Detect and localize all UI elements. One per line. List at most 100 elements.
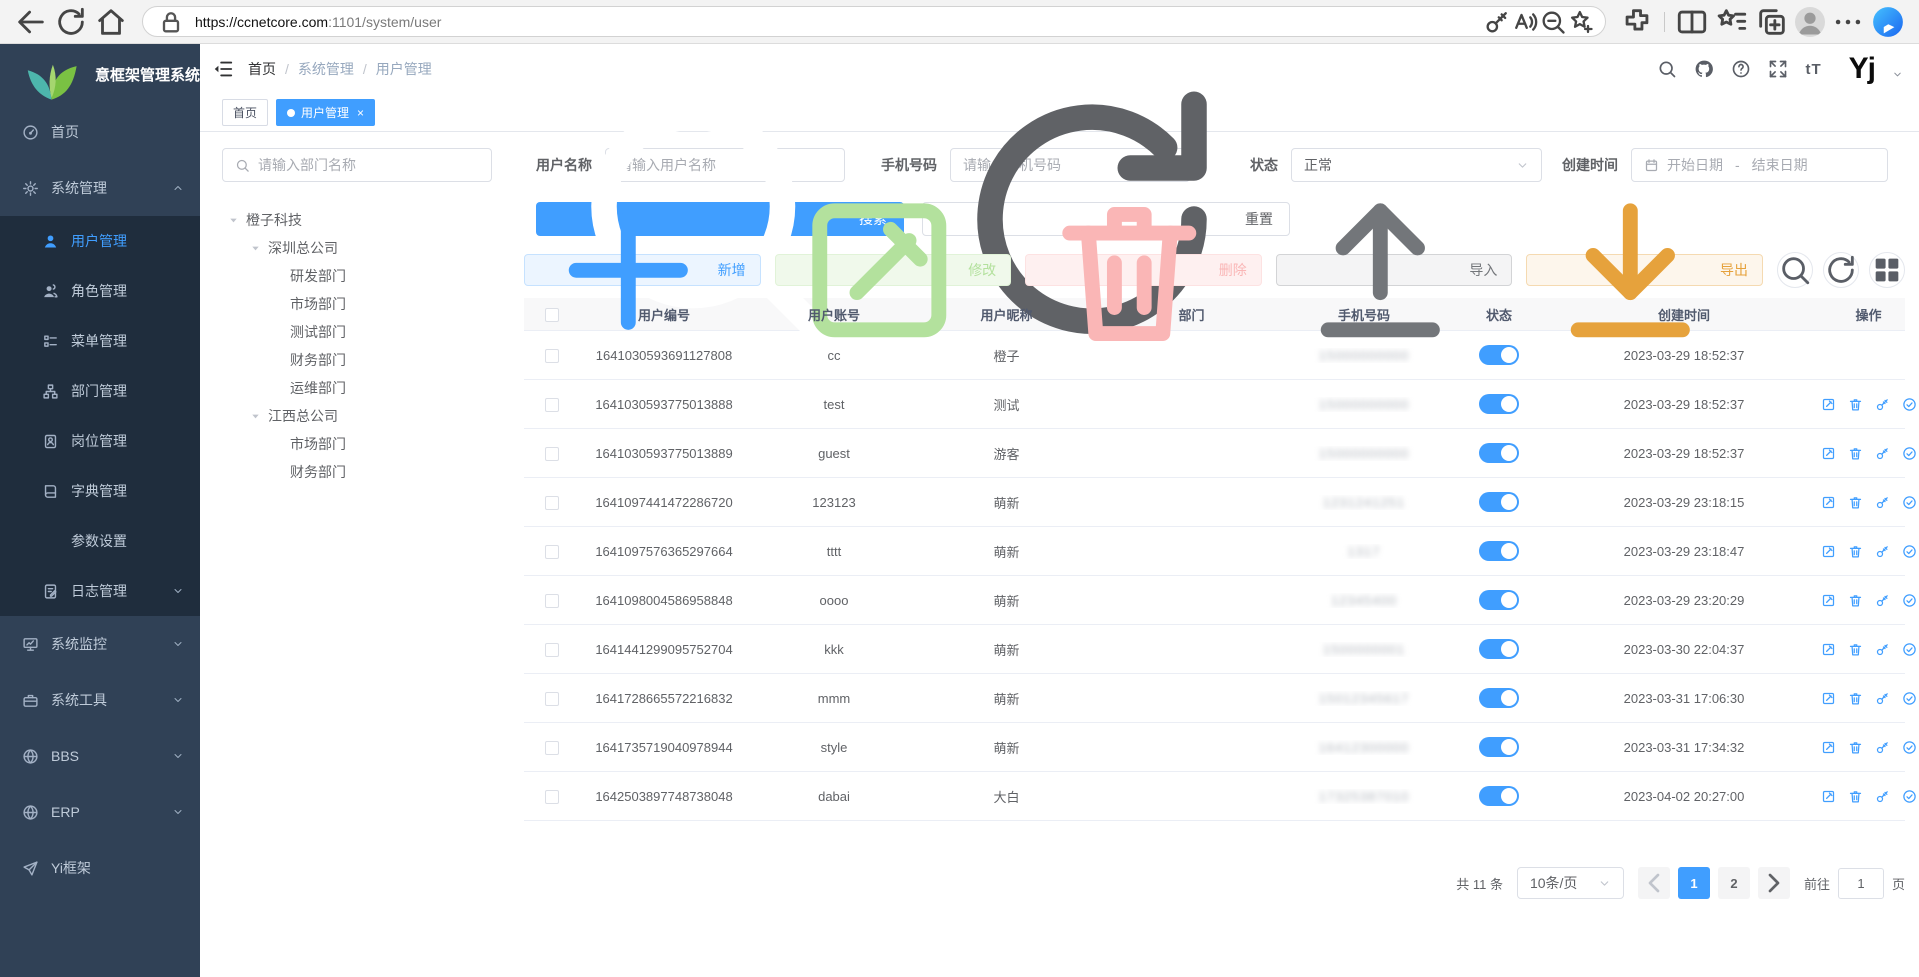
page-button-2[interactable]: 2 xyxy=(1718,867,1750,899)
tab-home[interactable]: 首页 xyxy=(222,99,268,126)
row-assign-role-icon[interactable] xyxy=(1902,789,1917,804)
tab-user-management[interactable]: 用户管理 × xyxy=(276,99,375,126)
collapse-sidebar-button[interactable] xyxy=(212,58,234,80)
row-delete-icon[interactable] xyxy=(1848,642,1863,657)
tree-node[interactable]: 深圳总公司 xyxy=(222,234,492,262)
status-toggle[interactable] xyxy=(1479,492,1519,512)
row-checkbox[interactable] xyxy=(545,741,559,755)
row-delete-icon[interactable] xyxy=(1848,544,1863,559)
status-toggle[interactable] xyxy=(1479,590,1519,610)
avatar-dropdown-button[interactable] xyxy=(1892,69,1903,80)
sidebar-subitem-2[interactable]: 菜单管理 xyxy=(0,316,200,366)
select-all-checkbox[interactable] xyxy=(545,308,559,322)
close-tab-icon[interactable]: × xyxy=(357,106,364,120)
sidebar-subitem-5[interactable]: 字典管理 xyxy=(0,466,200,516)
github-button[interactable] xyxy=(1694,59,1714,79)
row-reset-password-icon[interactable] xyxy=(1875,740,1890,755)
row-edit-icon[interactable] xyxy=(1821,691,1836,706)
column-settings-button[interactable] xyxy=(1869,252,1905,288)
sidebar-subitem-3[interactable]: 部门管理 xyxy=(0,366,200,416)
row-reset-password-icon[interactable] xyxy=(1875,446,1890,461)
status-toggle[interactable] xyxy=(1479,737,1519,757)
row-assign-role-icon[interactable] xyxy=(1902,740,1917,755)
row-assign-role-icon[interactable] xyxy=(1902,397,1917,412)
row-edit-icon[interactable] xyxy=(1821,544,1836,559)
row-reset-password-icon[interactable] xyxy=(1875,495,1890,510)
tree-node[interactable]: 江西总公司 xyxy=(222,402,492,430)
sidebar-item-3[interactable]: 系统工具 xyxy=(0,672,200,728)
row-reset-password-icon[interactable] xyxy=(1875,544,1890,559)
collections-button[interactable] xyxy=(1755,5,1789,39)
user-avatar[interactable]: Yj xyxy=(1849,54,1875,84)
row-delete-icon[interactable] xyxy=(1848,397,1863,412)
sidebar-subitem-1[interactable]: 角色管理 xyxy=(0,266,200,316)
add-button[interactable]: 新增 xyxy=(524,254,761,286)
row-assign-role-icon[interactable] xyxy=(1902,593,1917,608)
refresh-table-button[interactable] xyxy=(1823,252,1859,288)
row-checkbox[interactable] xyxy=(545,349,559,363)
browser-profile-button[interactable] xyxy=(1795,7,1825,37)
status-toggle[interactable] xyxy=(1479,345,1519,365)
favorites-button[interactable] xyxy=(1715,5,1749,39)
sidebar-item-6[interactable]: Yi框架 xyxy=(0,840,200,896)
address-bar[interactable]: https://ccnetcore.com:1101/system/user xyxy=(142,6,1606,37)
sidebar-subitem-6[interactable]: 参数设置 xyxy=(0,516,200,566)
row-edit-icon[interactable] xyxy=(1821,446,1836,461)
help-button[interactable] xyxy=(1731,59,1751,79)
status-toggle[interactable] xyxy=(1479,688,1519,708)
sidebar-item-4[interactable]: BBS xyxy=(0,728,200,784)
font-size-button[interactable]: tT xyxy=(1805,61,1821,78)
row-checkbox[interactable] xyxy=(545,496,559,510)
delete-button[interactable]: 删除 xyxy=(1025,254,1262,286)
tree-node[interactable]: 测试部门 xyxy=(222,318,492,346)
show-search-toggle-button[interactable] xyxy=(1777,252,1813,288)
read-aloud-button[interactable] xyxy=(1511,8,1539,36)
fullscreen-button[interactable] xyxy=(1768,59,1788,79)
edit-button[interactable]: 修改 xyxy=(775,254,1012,286)
tree-node[interactable]: 财务部门 xyxy=(222,346,492,374)
tree-node[interactable]: 市场部门 xyxy=(222,290,492,318)
row-delete-icon[interactable] xyxy=(1848,740,1863,755)
row-checkbox[interactable] xyxy=(545,692,559,706)
row-assign-role-icon[interactable] xyxy=(1902,495,1917,510)
row-checkbox[interactable] xyxy=(545,643,559,657)
import-button[interactable]: 导入 xyxy=(1276,254,1513,286)
password-button[interactable] xyxy=(1483,8,1511,36)
row-delete-icon[interactable] xyxy=(1848,593,1863,608)
browser-refresh-button[interactable] xyxy=(54,5,88,39)
dept-search-input[interactable]: 请输入部门名称 xyxy=(222,148,492,182)
sidebar-subitem-7[interactable]: 日志管理 xyxy=(0,566,200,616)
zoom-button[interactable] xyxy=(1539,8,1567,36)
add-favorite-button[interactable] xyxy=(1567,8,1595,36)
breadcrumb-home[interactable]: 首页 xyxy=(248,59,276,79)
sidebar-item-home[interactable]: 首页 xyxy=(0,104,200,160)
row-checkbox[interactable] xyxy=(545,447,559,461)
row-checkbox[interactable] xyxy=(545,545,559,559)
tree-node[interactable]: 研发部门 xyxy=(222,262,492,290)
tree-node[interactable]: 市场部门 xyxy=(222,430,492,458)
row-assign-role-icon[interactable] xyxy=(1902,691,1917,706)
export-button[interactable]: 导出 xyxy=(1526,254,1763,286)
bing-chat-button[interactable] xyxy=(1871,5,1905,39)
row-assign-role-icon[interactable] xyxy=(1902,544,1917,559)
status-toggle[interactable] xyxy=(1479,541,1519,561)
goto-page-input[interactable] xyxy=(1838,868,1884,899)
header-search-button[interactable] xyxy=(1657,59,1677,79)
browser-home-button[interactable] xyxy=(94,5,128,39)
row-edit-icon[interactable] xyxy=(1821,397,1836,412)
status-select[interactable]: 正常 xyxy=(1291,148,1542,182)
row-edit-icon[interactable] xyxy=(1821,495,1836,510)
sidebar-item-1[interactable]: 系统管理 xyxy=(0,160,200,216)
browser-menu-button[interactable] xyxy=(1831,5,1865,39)
row-assign-role-icon[interactable] xyxy=(1902,642,1917,657)
status-toggle[interactable] xyxy=(1479,443,1519,463)
row-delete-icon[interactable] xyxy=(1848,691,1863,706)
browser-essentials-button[interactable] xyxy=(1620,5,1654,39)
next-page-button[interactable] xyxy=(1758,867,1790,899)
date-range-picker[interactable]: 开始日期 - 结束日期 xyxy=(1631,148,1888,182)
tree-node[interactable]: 运维部门 xyxy=(222,374,492,402)
tree-node[interactable]: 财务部门 xyxy=(222,458,492,486)
row-delete-icon[interactable] xyxy=(1848,789,1863,804)
status-toggle[interactable] xyxy=(1479,786,1519,806)
sidebar-item-5[interactable]: ERP xyxy=(0,784,200,840)
